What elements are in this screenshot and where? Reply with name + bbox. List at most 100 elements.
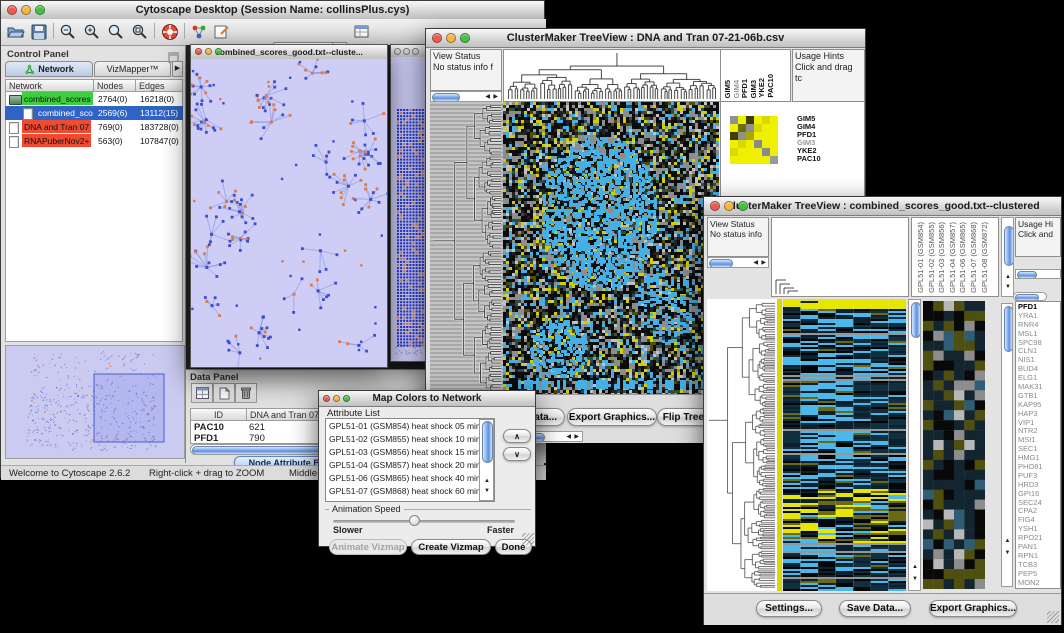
tv2-save-data-button[interactable]: Save Data... — [839, 600, 911, 617]
matrix-cell[interactable] — [730, 116, 738, 124]
dialog-title-bar[interactable]: Map Colors to Network — [319, 391, 535, 407]
minimize-icon[interactable] — [21, 5, 31, 15]
tv2-heatmap-vscrollbar[interactable]: ▲ ▼ — [908, 299, 921, 591]
zoom-selected-button[interactable] — [129, 21, 151, 43]
attribute-list-item[interactable]: GPL51-01 (GSM854) heat shock 05 min — [329, 420, 494, 433]
network-list-row[interactable]: combined_scores2764(0)16218(0) — [5, 92, 183, 106]
matrix-cell[interactable] — [738, 132, 746, 140]
tv2-export-graphics-button[interactable]: Export Graphics... — [929, 600, 1017, 617]
matrix-cell[interactable] — [770, 148, 778, 156]
matrix-cell[interactable] — [754, 116, 762, 124]
matrix-cell[interactable] — [730, 124, 738, 132]
matrix-cell[interactable] — [754, 132, 762, 140]
delete-attribute-button[interactable] — [235, 383, 257, 403]
matrix-cell[interactable] — [730, 148, 738, 156]
zoom-window-icon[interactable] — [412, 48, 419, 55]
attribute-list-item[interactable]: GPL51-03 (GSM856) heat shock 15 min — [329, 446, 494, 459]
matrix-cell[interactable] — [770, 156, 778, 164]
zoom-window-icon[interactable] — [460, 33, 470, 43]
matrix-cell[interactable] — [754, 140, 762, 148]
save-session-button[interactable] — [28, 21, 50, 43]
network1-title-bar[interactable]: combined_scores_good.txt--cluste... — [191, 45, 387, 60]
tab-network[interactable]: Network — [5, 61, 93, 77]
resize-handle[interactable] — [522, 533, 534, 545]
zoom-window-icon[interactable] — [215, 48, 222, 55]
matrix-cell[interactable] — [762, 140, 770, 148]
matrix-cell[interactable] — [730, 156, 738, 164]
network1-view[interactable] — [191, 59, 387, 367]
matrix-cell[interactable] — [754, 148, 762, 156]
tv1-row-dendrogram[interactable] — [430, 102, 503, 394]
minimize-icon[interactable] — [446, 33, 456, 43]
tv2-view-status-scrollbar[interactable]: ◀▶ — [707, 257, 769, 268]
attribute-list-item[interactable]: GPL51-04 (GSM857) heat shock 20 min — [329, 459, 494, 472]
close-icon[interactable] — [195, 48, 202, 55]
zoom-window-icon[interactable] — [738, 201, 748, 211]
attribute-list-item[interactable]: GPL51-06 (GSM865) heat shock 40 min — [329, 472, 494, 485]
matrix-cell[interactable] — [746, 116, 754, 124]
network-list-row[interactable]: combined_sco2569(6)13112(15) — [5, 106, 183, 120]
matrix-cell[interactable] — [746, 140, 754, 148]
network-list-row[interactable]: DNA and Tran 07769(0)183728(0) — [5, 120, 183, 134]
attribute-list-item[interactable]: GPL51-07 (GSM868) heat shock 60 min — [329, 485, 494, 498]
column-header-network[interactable]: Network — [5, 79, 94, 92]
create-vizmap-button[interactable]: Create Vizmap — [411, 539, 491, 555]
zoom-out-button[interactable] — [57, 21, 79, 43]
matrix-cell[interactable] — [762, 148, 770, 156]
tv1-view-status-scrollbar[interactable]: ◀▶ — [430, 91, 502, 102]
matrix-cell[interactable] — [738, 156, 746, 164]
data-row-val-0[interactable]: 621 — [249, 422, 265, 433]
column-header-nodes[interactable]: Nodes — [93, 79, 136, 92]
tv1-heatmap[interactable] — [503, 102, 719, 394]
tv2-gene-list[interactable]: PFD1YRA1RNR4MSL1SPC98CLN1NIS1BUD4ELG1MAK… — [1015, 301, 1061, 589]
close-icon[interactable] — [710, 201, 720, 211]
tab-vizmapper[interactable]: VizMapper™ — [94, 61, 171, 77]
resize-handle[interactable] — [1047, 611, 1059, 623]
vizmapper-icon[interactable] — [188, 21, 210, 43]
tv2-heatmap[interactable] — [783, 299, 906, 591]
tab-overflow-button[interactable]: ▶ — [172, 61, 183, 77]
move-down-button[interactable]: ∨ — [503, 447, 531, 461]
matrix-cell[interactable] — [770, 132, 778, 140]
matrix-cell[interactable] — [730, 140, 738, 148]
attribute-editor-icon[interactable] — [351, 21, 373, 43]
tv2-settings-button[interactable]: Settings... — [756, 600, 822, 617]
matrix-cell[interactable] — [746, 156, 754, 164]
animate-vizmap-button[interactable]: Animate Vizmap — [329, 539, 407, 555]
network-list-row[interactable]: RNAPuberNov2+563(0)107847(0) — [5, 134, 183, 148]
tv2-row-dendrogram[interactable] — [707, 299, 777, 591]
annotation-icon[interactable] — [211, 21, 233, 43]
tv2-gene-hscrollbar[interactable] — [1013, 292, 1047, 301]
animation-speed-slider[interactable] — [333, 520, 515, 523]
tv1-export-graphics-button[interactable]: Export Graphics... — [567, 408, 657, 426]
tv2-labels-vscrollbar[interactable]: ▲ ▼ — [1001, 217, 1014, 297]
data-row-id-1[interactable]: PFD1 — [194, 433, 218, 444]
matrix-cell[interactable] — [746, 132, 754, 140]
zoom-fit-button[interactable] — [105, 21, 127, 43]
matrix-cell[interactable] — [762, 124, 770, 132]
treeview2-title-bar[interactable]: ClusterMaker TreeView : combined_scores_… — [704, 197, 1061, 216]
tv2-usage-scrollbar[interactable] — [1015, 269, 1061, 279]
matrix-cell[interactable] — [738, 148, 746, 156]
attribute-list-item[interactable]: GPL51-02 (GSM855) heat shock 10 min — [329, 433, 494, 446]
data-column-id[interactable]: ID — [190, 408, 247, 421]
data-row-id-0[interactable]: PAC10 — [194, 422, 224, 433]
open-session-button[interactable] — [5, 21, 27, 43]
matrix-cell[interactable] — [770, 124, 778, 132]
matrix-cell[interactable] — [754, 124, 762, 132]
close-icon[interactable] — [394, 48, 401, 55]
matrix-cell[interactable] — [762, 132, 770, 140]
minimize-icon[interactable] — [724, 201, 734, 211]
window-controls[interactable] — [7, 5, 45, 15]
minimize-icon[interactable] — [403, 48, 410, 55]
tv2-zoom-heatmap[interactable] — [923, 301, 985, 589]
matrix-cell[interactable] — [754, 156, 762, 164]
close-icon[interactable] — [323, 395, 330, 402]
minimize-icon[interactable] — [205, 48, 212, 55]
move-up-button[interactable]: ∧ — [503, 429, 531, 443]
matrix-cell[interactable] — [762, 156, 770, 164]
main-title-bar[interactable]: Cytoscape Desktop (Session Name: collins… — [1, 1, 544, 20]
slider-thumb[interactable] — [409, 515, 420, 526]
attribute-list[interactable]: GPL51-01 (GSM854) heat shock 05 minGPL51… — [325, 418, 495, 502]
table-grid-button[interactable] — [191, 383, 213, 403]
